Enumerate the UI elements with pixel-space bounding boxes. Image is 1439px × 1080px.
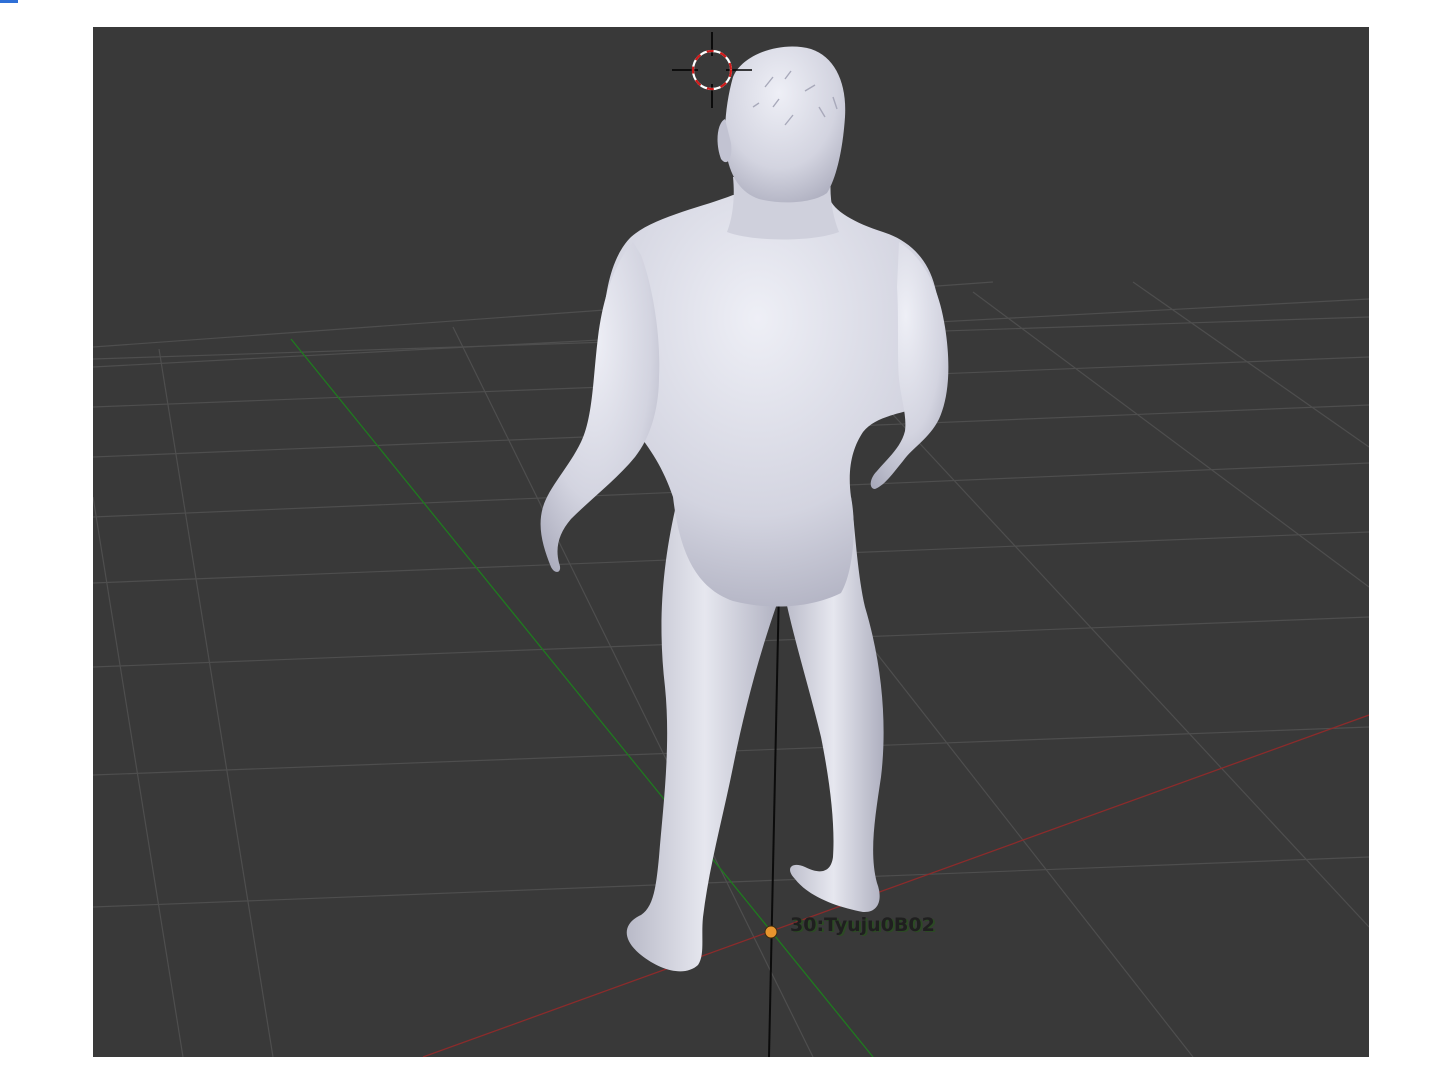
character-model[interactable] <box>540 46 949 972</box>
grid-line <box>158 348 274 1057</box>
x-axis-line <box>422 714 1369 1057</box>
object-name-label: 30:Tyuju0B02 <box>790 914 935 936</box>
grid-line <box>972 291 1369 588</box>
3d-viewport[interactable]: 30:Tyuju0B02 30:Tyuju0B02 <box>93 27 1369 1057</box>
viewport-scene[interactable] <box>93 27 1369 1057</box>
corner-mark <box>0 0 18 3</box>
object-origin-icon[interactable] <box>764 925 778 939</box>
z-axis-line <box>768 586 780 1057</box>
page: 30:Tyuju0B02 30:Tyuju0B02 <box>0 0 1439 1080</box>
left-arm <box>540 242 660 572</box>
